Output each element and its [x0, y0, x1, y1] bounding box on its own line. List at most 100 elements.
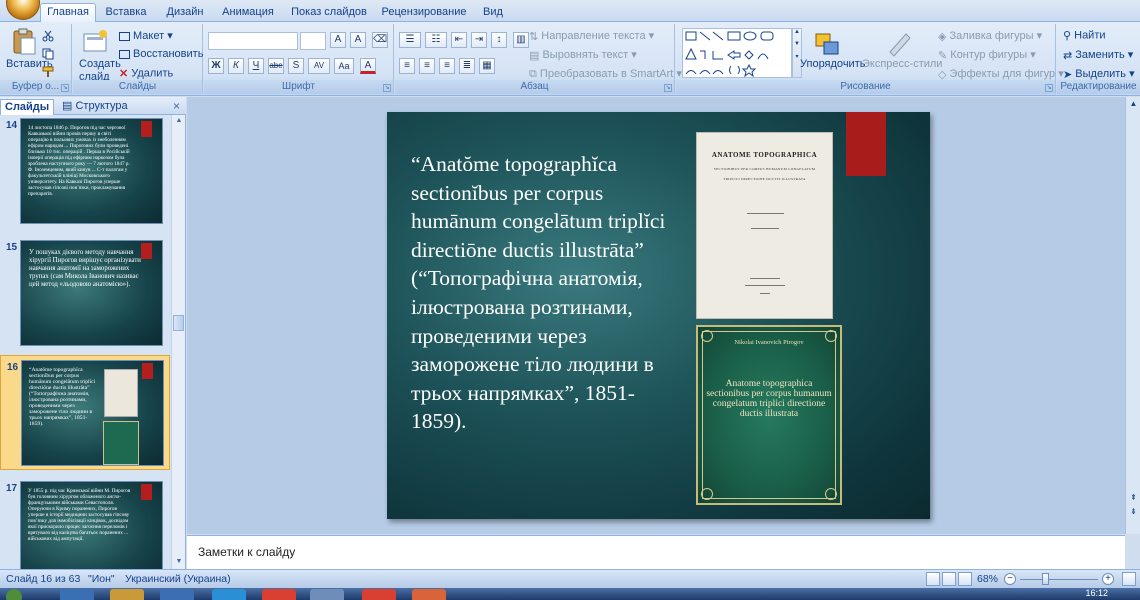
convert-smartart-button[interactable]: ⧉ Преобразовать в SmartArt ▾ — [529, 67, 682, 81]
scroll-thumb[interactable] — [173, 315, 184, 331]
bullets-button[interactable]: ☰ — [399, 32, 421, 48]
shape-effects-button[interactable]: ◇ Эффекты для фигур ▾ — [938, 67, 1064, 81]
font-color-button[interactable]: A — [360, 58, 376, 74]
book-title-page-image[interactable]: ANATOME TOPOGRAPHICA SECTIONIBUS PER COR… — [696, 132, 833, 319]
underline-button[interactable]: Ч — [248, 58, 264, 74]
line-spacing-button[interactable]: ↕ — [491, 32, 507, 48]
taskbar-app-icon[interactable] — [310, 589, 344, 600]
scroll-up-icon[interactable]: ▲ — [1128, 99, 1139, 108]
main-scrollbar[interactable]: ▲ ⇞ ⇟ — [1125, 97, 1140, 534]
book-cover-image[interactable]: Nikolai Ivanovich Pirogov Anatome topogr… — [696, 325, 842, 505]
paste-icon[interactable] — [10, 28, 38, 56]
case-button[interactable]: Aa — [334, 58, 354, 74]
font-size-decrease[interactable]: A — [350, 32, 366, 48]
find-button[interactable]: ⚲ Найти — [1063, 29, 1106, 42]
align-left-button[interactable]: ≡ — [399, 58, 415, 74]
align-right-button[interactable]: ≡ — [439, 58, 455, 74]
align-center-button[interactable]: ≡ — [419, 58, 435, 74]
zoom-slider-knob[interactable] — [1041, 573, 1049, 585]
zoom-slider-track[interactable] — [1020, 579, 1098, 580]
paragraph-launcher[interactable]: ↘ — [664, 84, 672, 92]
justify-button[interactable]: ≣ — [459, 58, 475, 74]
font-size-input[interactable] — [300, 32, 326, 50]
align-right-icon: ≡ — [439, 58, 455, 74]
layout-button[interactable]: Макет ▾ — [119, 29, 173, 42]
taskbar-app-icon[interactable] — [262, 589, 296, 600]
indent-decrease[interactable]: ⇤ — [451, 32, 467, 48]
shapes-gallery-scroll[interactable]: ▲ ▼ ▾ — [792, 28, 802, 78]
new-slide-icon[interactable] — [81, 28, 109, 56]
scroll-down-icon[interactable]: ▼ — [174, 558, 184, 568]
slide-body-text[interactable]: “Anatŏme topographĭca sectionĭbus per co… — [411, 150, 676, 436]
next-slide-icon[interactable]: ⇟ — [1128, 507, 1139, 516]
fit-window-icon[interactable] — [1122, 572, 1136, 586]
slideshow-view-icon[interactable] — [958, 572, 972, 586]
text-direction-button[interactable]: ⇅ Направление текста ▾ — [529, 29, 654, 43]
prev-slide-icon[interactable]: ⇞ — [1128, 493, 1139, 502]
slide-thumbnail-16[interactable]: 16 “Anatŏme topographĭca sectionĭbus per… — [0, 355, 170, 470]
arrange-button[interactable]: Упорядочить — [800, 58, 865, 70]
font-size-increase[interactable]: A — [330, 32, 346, 48]
bold-button[interactable]: Ж — [208, 58, 224, 74]
italic-button[interactable]: К — [228, 58, 244, 74]
shape-fill-button[interactable]: ◈ Заливка фигуры ▾ — [938, 29, 1042, 43]
tab-view[interactable]: Вид — [478, 4, 508, 22]
slide-thumbnail-17[interactable]: 17 У 1855 р. під час Кримської війни М. … — [0, 477, 170, 570]
cut-icon[interactable] — [42, 30, 54, 42]
shape-outline-button[interactable]: ✎ Контур фигуры ▾ — [938, 48, 1036, 62]
language-indicator[interactable]: Украинский (Украина) — [125, 573, 231, 585]
delete-slide-button[interactable]: ✕ Удалить — [119, 67, 173, 80]
quick-styles-button[interactable]: Экспресс-стили — [862, 58, 942, 70]
tab-design[interactable]: Дизайн — [160, 4, 210, 22]
clear-format-button[interactable]: ⌫ — [372, 32, 388, 48]
tab-review[interactable]: Рецензирование — [378, 4, 470, 22]
shadow-button[interactable]: S — [288, 58, 304, 74]
numbering-button[interactable]: ☷ — [425, 32, 447, 48]
zoom-level[interactable]: 68% — [977, 573, 998, 585]
zoom-out-icon[interactable]: − — [1004, 573, 1016, 585]
taskbar-app-icon[interactable] — [362, 589, 396, 600]
shapes-gallery[interactable] — [682, 28, 792, 78]
normal-view-icon[interactable] — [926, 572, 940, 586]
zoom-in-icon[interactable]: + — [1102, 573, 1114, 585]
quick-styles-icon[interactable] — [886, 30, 914, 58]
tab-slides-pane[interactable]: Слайды — [0, 99, 55, 115]
taskbar-app-icon[interactable] — [412, 589, 446, 600]
taskbar-app-icon[interactable] — [212, 589, 246, 600]
strike-button[interactable]: abe — [268, 58, 284, 74]
close-icon[interactable]: × — [173, 99, 180, 113]
columns-split-button[interactable]: ▦ — [479, 58, 495, 74]
taskbar-app-icon[interactable] — [110, 589, 144, 600]
slide-thumbnail-14[interactable]: 14 14 листопа 1846 р. Пирогов під час че… — [0, 115, 170, 229]
taskbar-app-icon[interactable] — [160, 589, 194, 600]
tab-outline-pane[interactable]: ▤ Структура — [58, 99, 132, 115]
reset-button[interactable]: Восстановить — [119, 48, 203, 60]
sorter-view-icon[interactable] — [942, 572, 956, 586]
columns-button[interactable]: ▥ — [513, 32, 529, 48]
tab-slideshow[interactable]: Показ слайдов — [288, 4, 370, 22]
font-launcher[interactable]: ↘ — [383, 84, 391, 92]
format-painter-icon[interactable] — [42, 66, 54, 78]
taskbar-app-icon[interactable] — [60, 589, 94, 600]
copy-icon[interactable] — [42, 48, 54, 60]
font-name-input[interactable] — [208, 32, 298, 50]
office-button[interactable] — [6, 0, 40, 20]
scroll-up-icon[interactable]: ▲ — [174, 117, 184, 127]
tab-animation[interactable]: Анимация — [218, 4, 278, 22]
arrange-icon[interactable] — [814, 30, 842, 58]
replace-button[interactable]: ⇄ Заменить ▾ — [1063, 48, 1133, 62]
indent-increase[interactable]: ⇥ — [471, 32, 487, 48]
notes-pane[interactable]: Заметки к слайду — [187, 535, 1125, 569]
tab-insert[interactable]: Вставка — [100, 4, 152, 22]
select-button[interactable]: ➤ Выделить ▾ — [1063, 67, 1135, 81]
current-slide[interactable]: “Anatŏme topographĭca sectionĭbus per co… — [387, 112, 930, 519]
tab-home[interactable]: Главная — [40, 3, 96, 23]
new-slide-button[interactable]: Создать — [79, 58, 121, 70]
clipboard-launcher[interactable]: ↘ — [61, 84, 69, 92]
pane-scrollbar[interactable]: ▲ ▼ — [171, 115, 185, 570]
align-text-button[interactable]: ▤ Выровнять текст ▾ — [529, 48, 637, 62]
spacing-button[interactable]: AV — [308, 58, 330, 74]
drawing-launcher[interactable]: ↘ — [1045, 84, 1053, 92]
slide-thumbnail-15[interactable]: 15 У пошуках дієвого методу навчання хір… — [0, 236, 170, 351]
start-icon[interactable] — [6, 589, 22, 600]
